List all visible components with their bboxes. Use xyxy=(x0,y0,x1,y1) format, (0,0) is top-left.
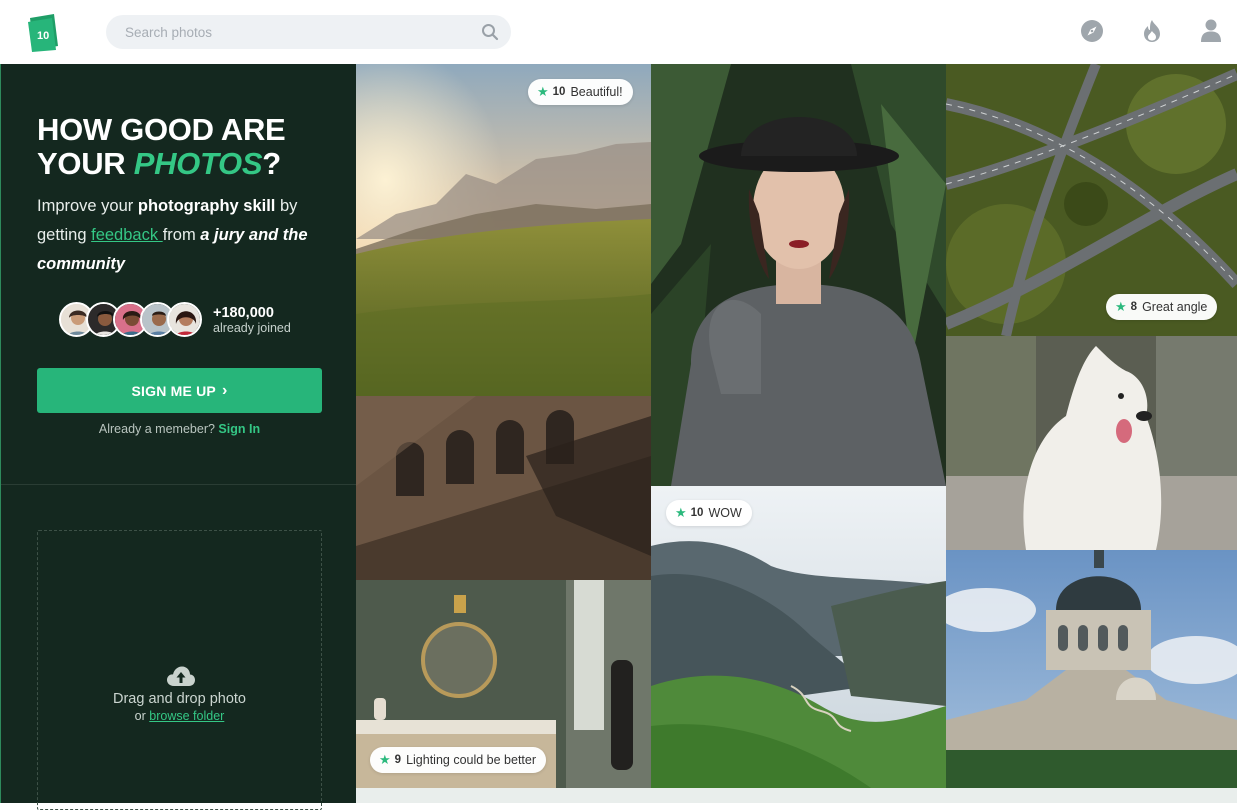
feedback-link[interactable]: feedback xyxy=(91,226,163,244)
photo-badge: ★ 10 WOW xyxy=(666,500,752,526)
sign-up-label: SIGN ME UP xyxy=(131,382,216,399)
logo-icon[interactable]: 10 xyxy=(28,14,58,52)
badge-score: 10 xyxy=(552,86,566,98)
top-bar: 10 xyxy=(0,0,1237,64)
chevron-right-icon: › xyxy=(221,381,228,399)
star-icon: ★ xyxy=(537,84,549,99)
joined-label: already joined xyxy=(213,321,291,335)
hero-title-line2: YOUR xyxy=(37,146,134,181)
member-text: Already a memeber? xyxy=(98,422,219,436)
star-icon: ★ xyxy=(379,752,391,767)
photo-meadow-sunset[interactable]: ★ 10 Beautiful! xyxy=(356,64,651,396)
dropzone-title: Drag and drop photo xyxy=(112,691,246,707)
badge-text: Beautiful! xyxy=(570,85,623,99)
photo-bathroom-mirror[interactable]: ★ 9 Lighting could be better xyxy=(356,580,651,788)
upload-dropzone[interactable]: Drag and drop photo or browse folder xyxy=(37,530,322,810)
avatar xyxy=(167,302,202,337)
hero-title-accent: PHOTOS xyxy=(133,146,263,181)
photo-portrait-woman-hat[interactable] xyxy=(651,64,946,486)
hero-sub-bold: photography skill xyxy=(137,197,276,215)
joined-count: +180,000 xyxy=(213,305,274,321)
left-panel: HOW GOOD ARE YOUR PHOTOS? Improve your p… xyxy=(0,64,356,810)
badge-score: 9 xyxy=(394,754,402,766)
hero-title-line1: HOW GOOD ARE xyxy=(37,112,286,147)
fire-icon[interactable] xyxy=(1139,18,1165,44)
photo-white-dog[interactable] xyxy=(946,336,1237,550)
cloud-upload-icon xyxy=(166,665,196,687)
photo-highway-aerial[interactable]: ★ 8 Great angle xyxy=(946,64,1237,336)
photo-brick-building[interactable] xyxy=(356,396,651,580)
sign-in-link[interactable]: Sign In xyxy=(218,422,260,436)
badge-text: WOW xyxy=(708,506,742,520)
photo-badge: ★ 8 Great angle xyxy=(1106,294,1218,320)
grid-bottom-strip xyxy=(356,788,1237,803)
logo-text: 10 xyxy=(37,30,49,42)
search-bar xyxy=(106,15,511,49)
hero-title-suffix: ? xyxy=(262,146,281,181)
dropzone-or: or xyxy=(134,709,150,723)
sign-up-button[interactable]: SIGN ME UP › xyxy=(37,368,322,413)
member-prompt: Already a memeber? Sign In xyxy=(37,422,322,436)
photo-mountain-valley[interactable]: ★ 10 WOW xyxy=(651,486,946,788)
hero-sub-text: Improve your xyxy=(37,197,138,215)
hero-sub-text: from xyxy=(162,226,201,244)
compass-icon[interactable] xyxy=(1079,18,1105,44)
photo-domed-church[interactable] xyxy=(946,550,1237,788)
photo-badge: ★ 9 Lighting could be better xyxy=(370,747,547,773)
badge-score: 10 xyxy=(690,507,704,519)
hero-subtitle: Improve your photography skill by gettin… xyxy=(37,192,337,279)
badge-score: 8 xyxy=(1130,301,1138,313)
browse-folder-link[interactable]: browse folder xyxy=(149,709,224,723)
badge-text: Lighting could be better xyxy=(406,753,537,767)
star-icon: ★ xyxy=(1115,299,1127,314)
joined-info: +180,000 already joined xyxy=(213,305,291,336)
user-icon[interactable] xyxy=(1198,17,1224,43)
divider xyxy=(1,484,356,485)
search-input[interactable] xyxy=(106,15,511,49)
star-icon: ★ xyxy=(675,505,687,520)
dropzone-subtext: or browse folder xyxy=(38,709,321,723)
search-icon[interactable] xyxy=(481,23,499,41)
hero-title: HOW GOOD ARE YOUR PHOTOS? xyxy=(37,113,337,181)
photo-badge: ★ 10 Beautiful! xyxy=(528,79,633,105)
badge-text: Great angle xyxy=(1142,300,1208,314)
